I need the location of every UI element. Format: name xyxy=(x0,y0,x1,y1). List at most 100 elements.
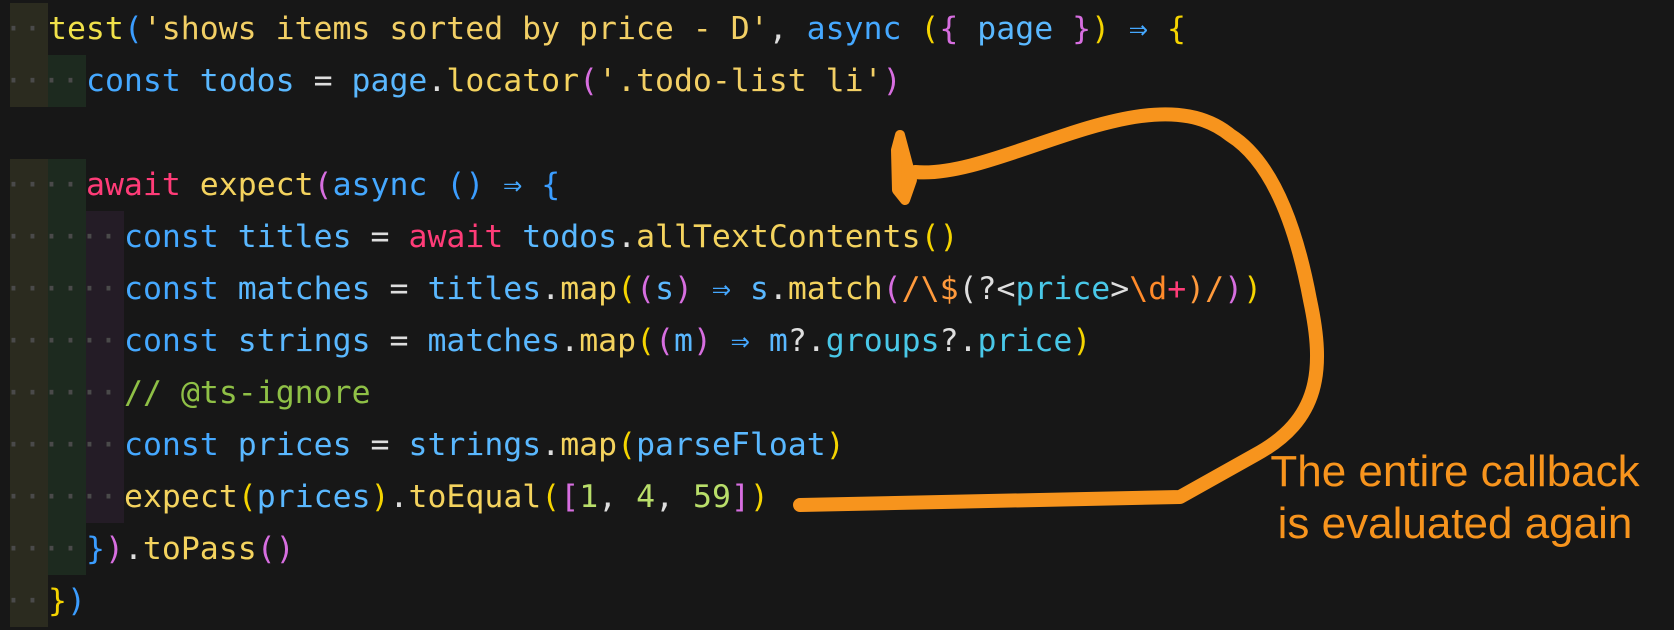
code-text: test('shows items sorted by price - D', … xyxy=(48,3,1186,55)
code-token: page xyxy=(351,63,428,99)
code-token: ( xyxy=(655,323,675,359)
code-token: } xyxy=(48,583,67,619)
code-line[interactable]: ·· ·· ·· const titles = await todos.allText… xyxy=(0,211,1674,263)
whitespace-dots: ·· xyxy=(4,583,42,619)
code-token: . xyxy=(541,271,561,307)
code-token: () xyxy=(256,531,295,567)
code-token: toEqual xyxy=(408,479,542,515)
whitespace-dots: ·· xyxy=(80,479,118,515)
code-token: map xyxy=(560,427,618,463)
code-token: map xyxy=(560,271,618,307)
code-line[interactable] xyxy=(0,107,1674,159)
code-token: expect xyxy=(124,479,238,515)
whitespace-dots: ·· xyxy=(80,427,118,463)
code-line[interactable]: ·· test('shows items sorted by price - D'… xyxy=(0,3,1674,55)
code-token: . xyxy=(389,479,409,515)
annotation-line-2: is evaluated again xyxy=(1277,499,1633,548)
code-token: const xyxy=(124,219,219,255)
code-token: / xyxy=(901,271,921,307)
code-token: async xyxy=(332,167,428,203)
code-text: }) xyxy=(48,575,86,627)
code-token: ?. xyxy=(939,323,978,359)
code-token: // @ts-ignore xyxy=(124,375,371,411)
code-token: groups xyxy=(825,323,940,359)
code-token: ⇒ xyxy=(693,271,750,307)
whitespace-dots: ·· xyxy=(42,63,80,99)
code-token: ) xyxy=(674,271,693,307)
whitespace-dots: ·· xyxy=(4,531,42,567)
code-token: ) xyxy=(749,479,769,515)
code-token: ) xyxy=(1072,323,1092,359)
code-token: await xyxy=(86,167,181,203)
whitespace-dots: ·· xyxy=(80,375,118,411)
code-token: todos xyxy=(503,219,618,255)
code-editor[interactable]: ·· test('shows items sorted by price - D'… xyxy=(0,0,1674,630)
code-line[interactable]: ·· ·· ·· const strings = matches.map((m) ⇒ … xyxy=(0,315,1674,367)
code-token: 4 xyxy=(636,479,656,515)
whitespace-dots: ·· xyxy=(4,323,42,359)
whitespace-dots: ·· xyxy=(80,323,118,359)
whitespace-dots: ·· xyxy=(4,375,42,411)
code-text: const matches = titles.map((s) ⇒ s.match… xyxy=(124,263,1262,315)
whitespace-dots: ·· xyxy=(4,11,42,47)
code-token: { xyxy=(541,167,561,203)
whitespace-dots: ·· xyxy=(4,427,42,463)
code-token: map xyxy=(579,323,637,359)
code-token: / xyxy=(1205,271,1225,307)
whitespace-dots: ·· xyxy=(80,219,118,255)
code-token: parseFloat xyxy=(636,427,826,463)
code-token: s xyxy=(749,271,769,307)
code-text: const titles = await todos.allTextConten… xyxy=(124,211,959,263)
code-token: price xyxy=(977,323,1073,359)
code-token: todos xyxy=(180,63,314,99)
code-token: ( xyxy=(617,271,637,307)
whitespace-dots: ·· xyxy=(4,271,42,307)
code-token: (?< xyxy=(958,271,1016,307)
code-token: ) xyxy=(1091,11,1111,47)
code-token: . xyxy=(427,63,447,99)
code-token: ) xyxy=(1186,271,1206,307)
whitespace-dots: ·· xyxy=(42,375,80,411)
code-token: titles xyxy=(218,219,371,255)
code-token: price xyxy=(1015,271,1111,307)
code-token: allTextContents xyxy=(636,219,921,255)
code-line[interactable]: ·· ·· ·· const matches = titles.map((s) ⇒ s… xyxy=(0,263,1674,315)
whitespace-dots: ·· xyxy=(42,271,80,307)
code-token: . xyxy=(617,219,637,255)
code-token: . xyxy=(123,531,143,567)
code-token: ( xyxy=(617,427,637,463)
code-token: prices xyxy=(256,479,371,515)
code-token: () xyxy=(920,219,959,255)
code-token: ⇒ xyxy=(711,323,769,359)
code-token: expect xyxy=(199,167,314,203)
code-line[interactable]: ·· ·· const todos = page.locator('.todo-li… xyxy=(0,55,1674,107)
code-line[interactable]: ·· ·· await expect(async () ⇒ { xyxy=(0,159,1674,211)
code-token: const xyxy=(124,427,219,463)
code-token: , xyxy=(768,11,807,47)
code-token: ( xyxy=(313,167,333,203)
code-token: ) xyxy=(66,583,86,619)
code-token: s xyxy=(655,271,675,307)
code-token: titles xyxy=(427,271,542,307)
code-token: match xyxy=(787,271,883,307)
whitespace-dots: ·· xyxy=(42,167,80,203)
code-token: const xyxy=(86,63,181,99)
code-token: . xyxy=(768,271,788,307)
code-token: '.todo-list li' xyxy=(598,63,883,99)
code-line[interactable]: ··}) xyxy=(0,575,1674,627)
code-token: { xyxy=(939,11,959,47)
code-line[interactable]: ·· ·· ··// @ts-ignore xyxy=(0,367,1674,419)
whitespace-dots: ·· xyxy=(4,167,42,203)
code-token: = xyxy=(313,63,352,99)
code-token: ( xyxy=(882,271,902,307)
code-token: page xyxy=(958,11,1073,47)
code-text: await expect(async () ⇒ { xyxy=(86,159,560,211)
code-token: + xyxy=(1167,271,1187,307)
code-token: 59 xyxy=(693,479,731,515)
code-token: ⇒ xyxy=(484,167,542,203)
code-token: ) xyxy=(825,427,845,463)
code-text: const todos = page.locator('.todo-list l… xyxy=(86,55,902,107)
code-token: m xyxy=(768,323,788,359)
code-token: prices xyxy=(218,427,371,463)
code-token: [ xyxy=(560,479,580,515)
